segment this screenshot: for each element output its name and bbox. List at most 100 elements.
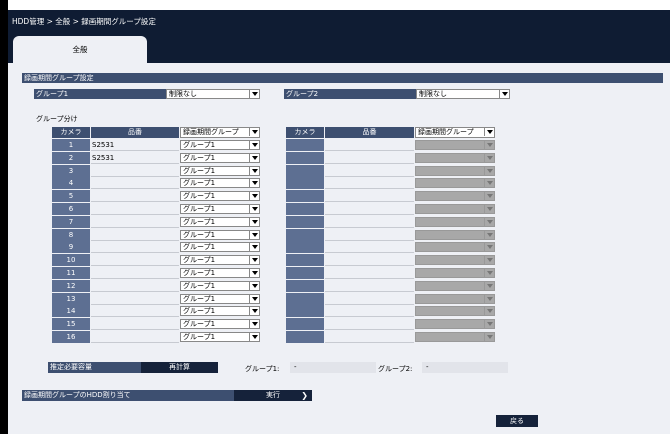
chevron-down-icon	[484, 179, 494, 187]
camera-group-value: グループ1	[183, 179, 216, 187]
camera-group-select[interactable]: グループ1	[180, 204, 260, 214]
camera-number: 15	[52, 318, 90, 330]
camera-model-empty	[325, 254, 414, 266]
camera-group-select-disabled	[415, 153, 495, 163]
chevron-down-icon[interactable]	[249, 282, 259, 290]
camera-number: 12	[52, 280, 90, 292]
right-col-camera: カメラ	[286, 127, 324, 138]
camera-group-select[interactable]: グループ1	[180, 230, 260, 240]
camera-number-empty	[286, 254, 324, 266]
camera-group-value: グループ1	[183, 295, 216, 303]
camera-group-select[interactable]: グループ1	[180, 281, 260, 291]
camera-group-select[interactable]: グループ1	[180, 178, 260, 188]
settings-panel: 録画期間グループ設定 グループ1 制限なし グループ2 制限なし グループ分け …	[8, 63, 670, 434]
back-button[interactable]: 戻る	[496, 415, 538, 427]
camera-model	[91, 190, 179, 202]
camera-model	[91, 254, 179, 266]
camera-model	[91, 229, 179, 241]
left-col-group-header[interactable]: 録画期間グループ	[180, 127, 260, 138]
camera-number-empty	[286, 203, 324, 215]
camera-number: 5	[52, 190, 90, 202]
chevron-down-icon[interactable]	[249, 167, 259, 175]
group1-select-value: 制限なし	[169, 90, 197, 98]
chevron-down-icon	[484, 218, 494, 226]
camera-number: 16	[52, 331, 90, 343]
camera-group-select-disabled	[415, 332, 495, 342]
camera-group-select[interactable]: グループ1	[180, 153, 260, 163]
camera-model	[91, 318, 179, 330]
camera-group-value: グループ1	[183, 243, 216, 251]
chevron-down-icon[interactable]	[249, 154, 259, 162]
camera-number: 10	[52, 254, 90, 266]
camera-group-value: グループ1	[183, 167, 216, 175]
camera-group-select-disabled	[415, 306, 495, 316]
chevron-down-icon	[484, 282, 494, 290]
camera-group-select-disabled	[415, 140, 495, 150]
camera-group-value: グループ1	[183, 141, 216, 149]
camera-group-value: グループ1	[183, 320, 216, 328]
camera-number-empty	[286, 229, 324, 241]
group1-select[interactable]: 制限なし	[166, 89, 260, 99]
camera-group-select[interactable]: グループ1	[180, 332, 260, 342]
camera-group-select[interactable]: グループ1	[180, 294, 260, 304]
chevron-down-icon	[484, 333, 494, 341]
camera-number-empty	[286, 267, 324, 279]
camera-group-select[interactable]: グループ1	[180, 191, 260, 201]
camera-model: S2531	[91, 152, 179, 164]
chevron-down-icon[interactable]	[249, 333, 259, 341]
chevron-down-icon[interactable]	[499, 90, 509, 98]
hdd-assign-header: 録画期間グループのHDD割り当て	[22, 390, 234, 401]
chevron-down-icon[interactable]	[249, 269, 259, 277]
execute-button[interactable]: 実行 ❯	[234, 390, 312, 401]
chevron-down-icon[interactable]	[249, 141, 259, 149]
camera-model-empty	[325, 229, 414, 241]
app-window: HDD管理 > 全般 > 録画期間グループ設定 全般 録画期間グループ設定 グル…	[0, 0, 670, 434]
camera-group-select[interactable]: グループ1	[180, 268, 260, 278]
capacity-group1-value: -	[290, 362, 376, 373]
camera-group-select[interactable]: グループ1	[180, 217, 260, 227]
chevron-down-icon[interactable]	[249, 243, 259, 251]
camera-group-select[interactable]: グループ1	[180, 242, 260, 252]
tab-general[interactable]: 全般	[13, 36, 147, 64]
camera-model	[91, 331, 179, 343]
camera-group-select-disabled	[415, 204, 495, 214]
camera-number-empty	[286, 190, 324, 202]
chevron-down-icon[interactable]	[249, 295, 259, 303]
left-col-group-label: 録画期間グループ	[183, 128, 239, 136]
camera-model-empty	[325, 331, 414, 343]
chevron-down-icon	[484, 295, 494, 303]
chevron-down-icon[interactable]	[249, 205, 259, 213]
camera-group-select[interactable]: グループ1	[180, 255, 260, 265]
capacity-group2-label: グループ2:	[378, 365, 413, 373]
chevron-down-icon[interactable]	[249, 218, 259, 226]
group2-select[interactable]: 制限なし	[416, 89, 510, 99]
left-col-model: 品番	[91, 127, 179, 138]
camera-number-empty	[286, 177, 324, 189]
chevron-down-icon[interactable]	[249, 320, 259, 328]
camera-group-value: グループ1	[183, 256, 216, 264]
camera-model-empty	[325, 216, 414, 228]
camera-number-empty	[286, 165, 324, 177]
camera-group-select[interactable]: グループ1	[180, 319, 260, 329]
chevron-down-icon[interactable]	[249, 128, 259, 136]
chevron-down-icon[interactable]	[484, 128, 494, 136]
chevron-down-icon[interactable]	[249, 231, 259, 239]
chevron-down-icon	[484, 243, 494, 251]
camera-group-select[interactable]: グループ1	[180, 140, 260, 150]
chevron-down-icon[interactable]	[249, 307, 259, 315]
camera-group-select-disabled	[415, 242, 495, 252]
chevron-down-icon[interactable]	[249, 256, 259, 264]
camera-number: 13	[52, 293, 90, 305]
camera-group-select[interactable]: グループ1	[180, 166, 260, 176]
execute-label: 実行	[266, 391, 280, 399]
chevron-down-icon[interactable]	[249, 192, 259, 200]
camera-number: 8	[52, 229, 90, 241]
recalculate-button[interactable]: 再計算	[141, 362, 218, 373]
camera-number: 1	[52, 139, 90, 151]
chevron-down-icon[interactable]	[249, 90, 259, 98]
camera-group-select[interactable]: グループ1	[180, 306, 260, 316]
camera-group-value: グループ1	[183, 154, 216, 162]
camera-number-empty	[286, 293, 324, 305]
chevron-down-icon[interactable]	[249, 179, 259, 187]
right-col-group-header[interactable]: 録画期間グループ	[415, 127, 495, 138]
